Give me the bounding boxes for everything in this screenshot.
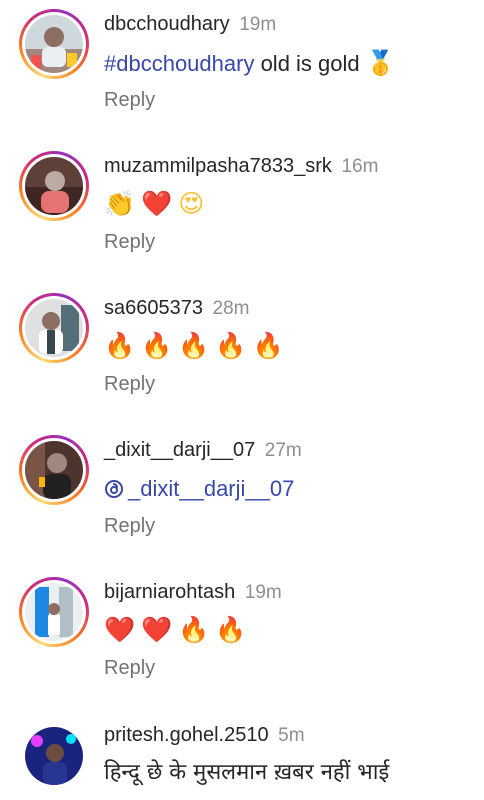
story-ring[interactable]: [19, 435, 89, 505]
clapping-emoji: 👏: [104, 190, 136, 218]
story-ring[interactable]: [19, 151, 89, 221]
comment-text: #dbcchoudhary old is gold 🥇: [104, 48, 400, 79]
hashtag-link[interactable]: #dbcchoudhary: [104, 51, 254, 76]
fire-emoji: 🔥: [252, 332, 284, 360]
avatar[interactable]: [25, 299, 83, 357]
reply-button[interactable]: Reply: [104, 514, 155, 538]
username[interactable]: pritesh.gohel.2510: [104, 724, 269, 746]
comment-item: muzammilpasha7833_srk 16m 👏 ❤️ 😍 Reply: [0, 142, 484, 284]
comment-item: _dixit__darji__07 27m _dixit__darji__07 …: [0, 426, 484, 568]
timestamp: 16m: [341, 156, 379, 177]
fire-emoji: 🔥: [104, 332, 136, 360]
timestamp: 5m: [278, 725, 305, 746]
comment-header: muzammilpasha7833_srk 16m: [104, 154, 378, 179]
username[interactable]: dbcchoudhary: [104, 13, 230, 35]
fire-emoji: 🔥: [141, 332, 173, 360]
comment-item: pritesh.gohel.2510 5m हिन्दू छे के मुसलम…: [0, 710, 484, 800]
comment-text: ❤️ ❤️ 🔥 🔥: [104, 616, 247, 646]
timestamp: 28m: [212, 298, 250, 319]
comment-text: 👏 ❤️ 😍: [104, 190, 204, 220]
reply-button[interactable]: Reply: [104, 88, 155, 112]
mention-link[interactable]: _dixit__darji__07: [128, 476, 294, 501]
comment-header: dbcchoudhary 19m: [104, 12, 276, 37]
reply-button[interactable]: Reply: [104, 656, 155, 680]
timestamp: 27m: [264, 440, 302, 461]
heart-emoji: ❤️: [104, 616, 136, 644]
username[interactable]: sa6605373: [104, 297, 203, 319]
username[interactable]: bijarniarohtash: [104, 581, 235, 603]
story-ring[interactable]: [19, 577, 89, 647]
fire-emoji: 🔥: [178, 332, 210, 360]
comment-text: हिन्दू छे के मुसलमान ख़बर नहीं भाई: [104, 760, 390, 785]
reply-button[interactable]: Reply: [104, 372, 155, 396]
fire-emoji: 🔥: [215, 616, 247, 644]
comment-body: old is gold: [254, 51, 366, 76]
heart-emoji: ❤️: [141, 190, 173, 218]
avatar[interactable]: [25, 727, 83, 785]
timestamp: 19m: [244, 582, 282, 603]
comment-header: sa6605373 28m: [104, 296, 250, 321]
avatar-wrapper[interactable]: [19, 721, 89, 791]
comment-item: dbcchoudhary 19m #dbcchoudhary old is go…: [0, 0, 484, 142]
heart-eyes-emoji: 😍: [178, 190, 205, 218]
story-ring[interactable]: [19, 9, 89, 79]
emoji-list: 🔥 🔥 🔥 🔥 🔥: [104, 332, 284, 360]
comment-item: sa6605373 28m 🔥 🔥 🔥 🔥 🔥 Reply: [0, 284, 484, 426]
timestamp: 19m: [239, 14, 277, 35]
comment-text: 🔥 🔥 🔥 🔥 🔥: [104, 332, 284, 362]
heart-emoji: ❤️: [141, 616, 173, 644]
medal-emoji: 🥇: [365, 49, 396, 77]
fire-emoji: 🔥: [215, 332, 247, 360]
reply-button[interactable]: Reply: [104, 230, 155, 254]
avatar[interactable]: [25, 157, 83, 215]
comment-header: bijarniarohtash 19m: [104, 580, 282, 605]
avatar[interactable]: [25, 441, 83, 499]
username[interactable]: muzammilpasha7833_srk: [104, 155, 332, 177]
threads-icon: [104, 477, 124, 498]
fire-emoji: 🔥: [178, 616, 210, 644]
comment-header: pritesh.gohel.2510 5m: [104, 723, 305, 748]
comment-header: _dixit__darji__07 27m: [104, 438, 302, 463]
avatar[interactable]: [25, 15, 83, 73]
emoji-list: ❤️ ❤️ 🔥 🔥: [104, 616, 247, 644]
story-ring[interactable]: [19, 293, 89, 363]
comment-text: _dixit__darji__07: [104, 474, 294, 504]
comment-item: bijarniarohtash 19m ❤️ ❤️ 🔥 🔥 Reply: [0, 568, 484, 710]
username[interactable]: _dixit__darji__07: [104, 439, 255, 461]
avatar[interactable]: [25, 583, 83, 641]
emoji-list: 👏 ❤️ 😍: [104, 190, 204, 218]
